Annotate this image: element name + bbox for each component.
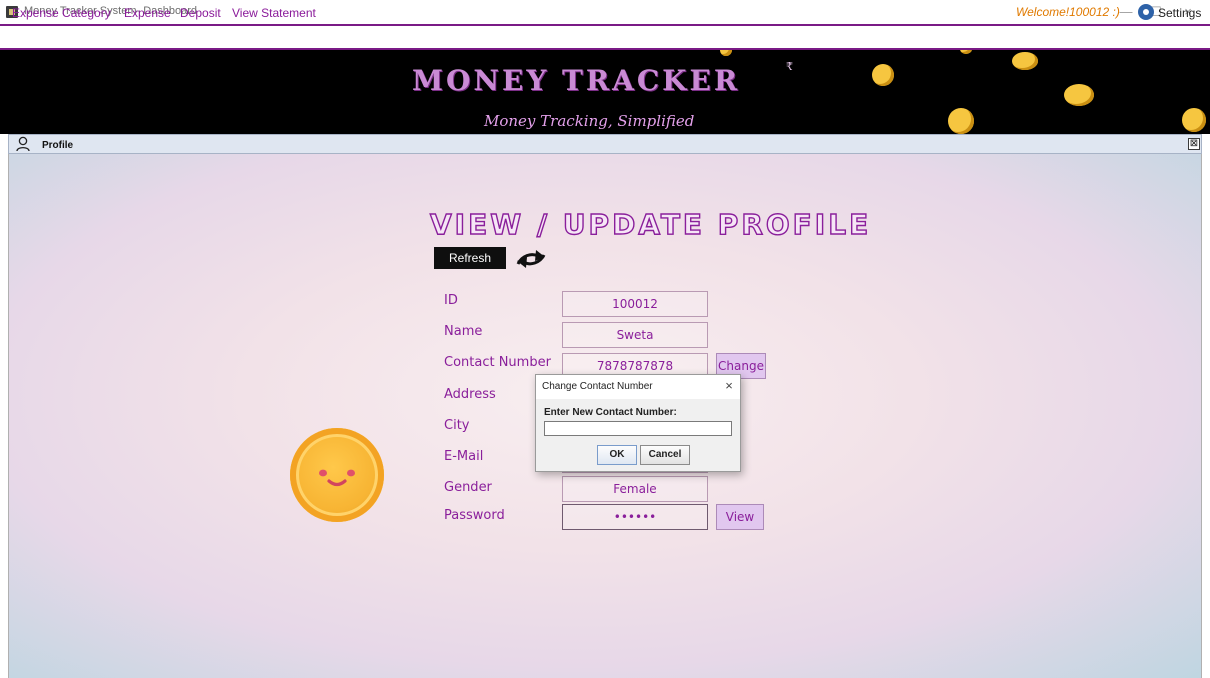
gear-icon[interactable] (1138, 4, 1154, 20)
page-title: VIEW / UPDATE PROFILE (429, 207, 872, 241)
profile-frame-header (8, 134, 1202, 154)
decorative-coin (948, 108, 974, 134)
frame-close-button[interactable]: ⊠ (1188, 138, 1200, 150)
password-label: Password (444, 508, 505, 523)
decorative-coin (872, 64, 894, 86)
gender-label: Gender (444, 480, 492, 495)
city-label: City (444, 418, 470, 433)
frame-title: Profile (42, 140, 74, 151)
welcome-message: Welcome!100012 :) (1016, 5, 1120, 19)
name-field[interactable]: Sweta (562, 322, 708, 348)
ok-button[interactable]: OK (597, 445, 637, 465)
refresh-button[interactable]: Refresh (434, 247, 506, 269)
id-field: 100012 (562, 291, 708, 317)
banner-subtitle: Money Tracking, Simplified (484, 112, 695, 130)
decorative-coin (1064, 84, 1094, 106)
cancel-button[interactable]: Cancel (640, 445, 690, 465)
refresh-arrows-icon[interactable] (514, 247, 548, 271)
view-password-button[interactable]: View (716, 504, 764, 530)
decorative-coin (1182, 108, 1206, 132)
menu-bar (0, 24, 1210, 50)
banner-title: MONEY TRACKER (412, 64, 741, 97)
dialog-close-button[interactable]: × (720, 377, 738, 395)
menu-deposit[interactable]: Deposit (180, 6, 221, 20)
dialog-prompt-label: Enter New Contact Number: (544, 407, 677, 418)
menu-expense-category[interactable]: Expense Category (12, 6, 111, 20)
user-icon (16, 136, 30, 152)
id-label: ID (444, 293, 458, 308)
change-contact-dialog: Change Contact Number × Enter New Contac… (535, 374, 741, 472)
password-field[interactable]: •••••• (562, 504, 708, 530)
email-label: E-Mail (444, 449, 484, 464)
smiley-face-icon (319, 469, 355, 487)
address-label: Address (444, 387, 496, 402)
name-label: Name (444, 324, 483, 339)
menu-expense[interactable]: Expense (124, 6, 171, 20)
gender-field[interactable]: Female (562, 476, 708, 502)
app-banner: MONEY TRACKER ₹ Money Tracking, Simplifi… (0, 50, 1210, 134)
decorative-coin (960, 50, 972, 54)
settings-menu[interactable]: Settings (1158, 6, 1201, 20)
contact-number-label: Contact Number (444, 355, 551, 370)
rupee-symbol: ₹ (786, 60, 793, 73)
dialog-title: Change Contact Number (542, 381, 653, 392)
menu-view-statement[interactable]: View Statement (232, 6, 316, 20)
decorative-coin (720, 50, 732, 56)
decorative-coin (1012, 52, 1038, 70)
new-contact-number-input[interactable] (544, 421, 732, 436)
